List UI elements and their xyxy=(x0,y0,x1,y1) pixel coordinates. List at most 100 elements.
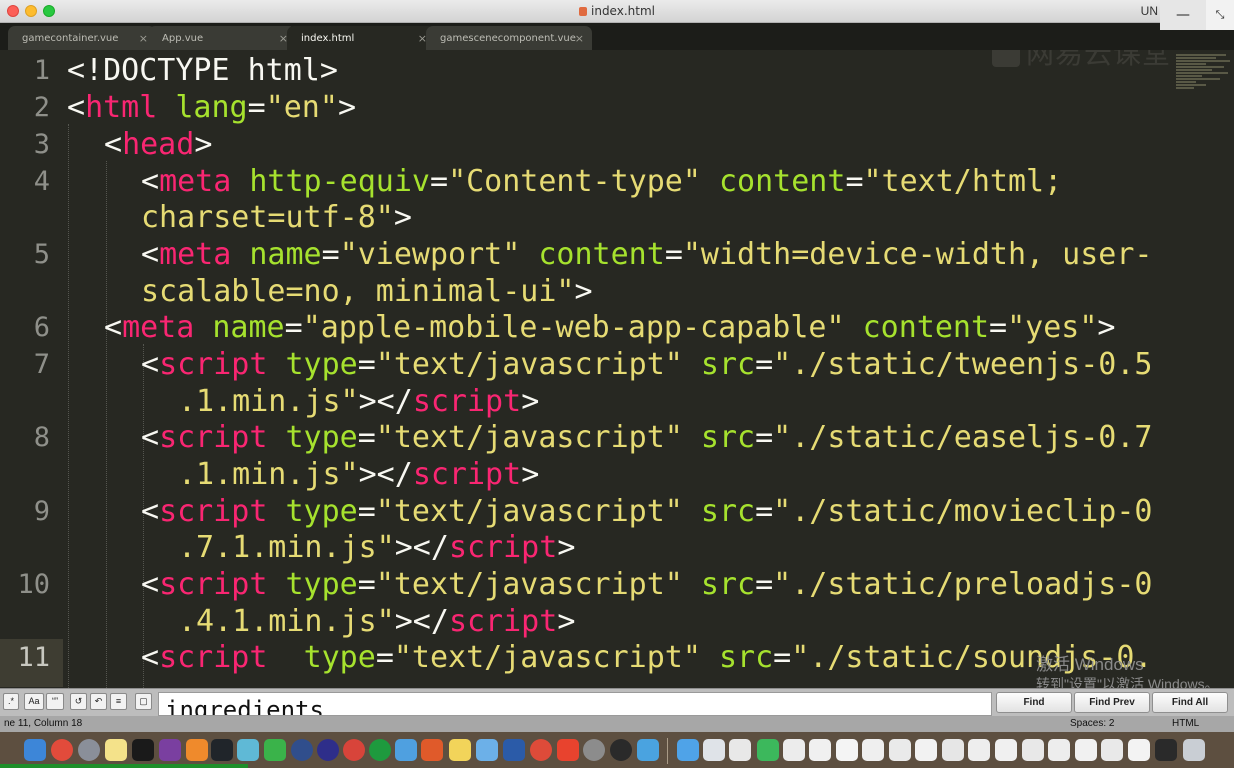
launchpad-icon[interactable] xyxy=(78,739,100,761)
tab-bar: gamecontainer.vue × App.vue × index.html × … xyxy=(0,23,1234,50)
code-editor[interactable]: 网易云课堂 1 2 3 4 5 6 7 8 9 10 11 <!DOCTYPE … xyxy=(0,50,1234,688)
doc-stack-icon[interactable] xyxy=(968,739,990,761)
minimap[interactable] xyxy=(1176,54,1232,100)
doc-stack-icon[interactable] xyxy=(1048,739,1070,761)
find-all-button[interactable]: Find All xyxy=(1152,692,1228,713)
chrome2-icon[interactable] xyxy=(343,739,365,761)
code-line-7-wrap: .1.min.js"></script> xyxy=(178,384,540,419)
host-minimize-button[interactable]: — xyxy=(1160,0,1206,30)
code-line-10-wrap: .4.1.min.js"></script> xyxy=(178,604,576,639)
ms-icon[interactable] xyxy=(421,739,443,761)
doc-stack-icon[interactable] xyxy=(942,739,964,761)
chrome3-icon[interactable] xyxy=(530,739,552,761)
line-number: 5 xyxy=(33,239,50,270)
tab-label: gamecontainer.vue xyxy=(22,33,119,44)
watermark-text: 网易云课堂 xyxy=(1026,50,1172,70)
bird-icon[interactable] xyxy=(637,739,659,761)
file-icon xyxy=(579,7,587,16)
word-icon[interactable] xyxy=(503,739,525,761)
tab-gamecontainer[interactable]: gamecontainer.vue × xyxy=(8,26,156,50)
notes-icon[interactable] xyxy=(105,739,127,761)
globe-icon[interactable] xyxy=(291,739,313,761)
tab-close-icon[interactable]: × xyxy=(575,26,584,51)
tab-gamescenecomponent[interactable]: gamescenecomponent.vue × xyxy=(426,26,592,50)
current-line-number: 11 xyxy=(17,642,50,673)
sublime-icon[interactable] xyxy=(186,739,208,761)
dock-separator xyxy=(667,738,668,764)
rp-icon[interactable] xyxy=(159,739,181,761)
doc-stack-icon[interactable] xyxy=(995,739,1017,761)
select-icon[interactable]: ▢ xyxy=(135,693,152,710)
code-line-10: <script type="text/javascript" src="./st… xyxy=(141,567,1153,602)
case-toggle[interactable]: Aa xyxy=(24,693,44,710)
status-bar: ne 11, Column 18 Spaces: 2 HTML xyxy=(0,716,1234,732)
finder-icon[interactable] xyxy=(24,739,46,761)
line-number: 1 xyxy=(33,55,50,86)
code-line-7: <script type="text/javascript" src="./st… xyxy=(141,347,1153,382)
in-selection-icon[interactable]: ↶ xyxy=(90,693,107,710)
code-line-2: <html lang="en"> xyxy=(67,90,356,125)
watermark-logo-icon xyxy=(992,50,1020,67)
line-number: 7 xyxy=(33,349,50,380)
tab-index[interactable]: index.html × xyxy=(287,26,435,50)
code-line-5: <meta name="viewport" content="width=dev… xyxy=(141,237,1153,272)
doc-stack-icon[interactable] xyxy=(809,739,831,761)
monitor-icon[interactable] xyxy=(1155,739,1177,761)
doc-stack-icon[interactable] xyxy=(1128,739,1150,761)
tool-icon[interactable] xyxy=(476,739,498,761)
cursor-position: ne 11, Column 18 xyxy=(4,718,83,729)
doc-stack-icon[interactable] xyxy=(1022,739,1044,761)
line-number: 8 xyxy=(33,422,50,453)
code-line-8: <script type="text/javascript" src="./st… xyxy=(141,420,1153,455)
folder-stack-icon[interactable] xyxy=(677,739,699,761)
code-line-11: <script type="text/javascript" src="./st… xyxy=(141,640,1153,675)
indentation-setting[interactable]: Spaces: 2 xyxy=(1070,718,1114,729)
whole-word-toggle[interactable]: “” xyxy=(46,693,64,710)
doc-stack-icon[interactable] xyxy=(703,739,725,761)
activity-icon[interactable] xyxy=(211,739,233,761)
trash-icon[interactable] xyxy=(1183,739,1205,761)
line-number: 9 xyxy=(33,496,50,527)
chrome-icon[interactable] xyxy=(51,739,73,761)
doc-stack-icon[interactable] xyxy=(757,739,779,761)
regex-toggle[interactable]: .* xyxy=(3,693,19,710)
qt-icon[interactable] xyxy=(395,739,417,761)
doc-stack-icon[interactable] xyxy=(783,739,805,761)
doc-stack-icon[interactable] xyxy=(836,739,858,761)
code-line-9-wrap: .7.1.min.js"></script> xyxy=(178,530,576,565)
window-titlebar: index.html UN xyxy=(0,0,1234,23)
c-icon[interactable] xyxy=(264,739,286,761)
doc-stack-icon[interactable] xyxy=(1075,739,1097,761)
wrap-icon[interactable]: ↺ xyxy=(70,693,87,710)
code-line-6: <meta name="apple-mobile-web-app-capable… xyxy=(104,310,1116,345)
indent-guide xyxy=(68,124,69,688)
host-restore-icon[interactable]: ⤡ xyxy=(1206,0,1234,30)
syntax-setting[interactable]: HTML xyxy=(1172,718,1199,729)
s-icon[interactable] xyxy=(557,739,579,761)
music-icon[interactable] xyxy=(610,739,632,761)
settings-icon[interactable] xyxy=(583,739,605,761)
doc-stack-icon[interactable] xyxy=(1101,739,1123,761)
find-button[interactable]: Find xyxy=(996,692,1072,713)
doc-stack-icon[interactable] xyxy=(889,739,911,761)
dock xyxy=(0,732,1234,768)
tab-close-icon[interactable]: × xyxy=(139,26,148,51)
window-title: index.html xyxy=(0,4,1234,18)
find-input[interactable]: ingredients xyxy=(158,692,992,716)
highlight-icon[interactable]: ≡ xyxy=(110,693,127,710)
find-prev-button[interactable]: Find Prev xyxy=(1074,692,1150,713)
line-number: 3 xyxy=(33,129,50,160)
doc-stack-icon[interactable] xyxy=(915,739,937,761)
screen-icon[interactable] xyxy=(237,739,259,761)
doc-stack-icon[interactable] xyxy=(862,739,884,761)
window-title-text: index.html xyxy=(591,4,655,18)
pinwheel-icon[interactable] xyxy=(317,739,339,761)
folder-icon[interactable] xyxy=(449,739,471,761)
indent-guide xyxy=(106,161,107,688)
line-number: 2 xyxy=(33,92,50,123)
find-panel: .* Aa “” ↺ ↶ ≡ ▢ ingredients Find Find P… xyxy=(0,688,1234,716)
reload-icon[interactable] xyxy=(369,739,391,761)
doc-stack-icon[interactable] xyxy=(729,739,751,761)
terminal-icon[interactable] xyxy=(132,739,154,761)
tab-app[interactable]: App.vue × xyxy=(148,26,296,50)
